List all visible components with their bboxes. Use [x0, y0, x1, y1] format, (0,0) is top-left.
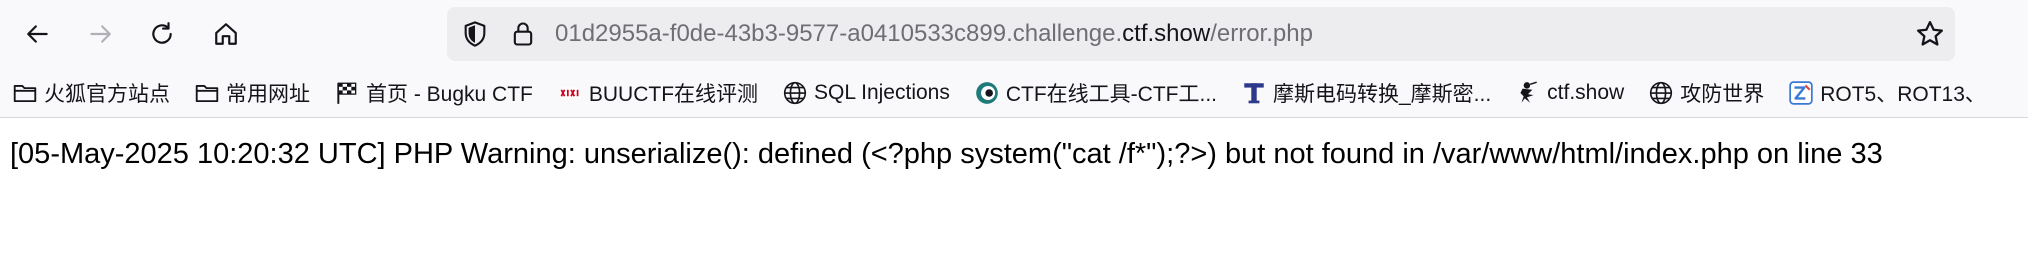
bookmark-buuctf[interactable]: BUUCTF在线评测 — [557, 73, 758, 113]
page-content: [05-May-2025 10:20:32 UTC] PHP Warning: … — [0, 118, 2028, 267]
folder-icon — [194, 80, 220, 106]
bookmark-label: 攻防世界 — [1680, 82, 1765, 106]
reload-button[interactable] — [142, 14, 182, 54]
ninja-icon — [1515, 80, 1541, 106]
bookmark-label: 常用网址 — [226, 82, 310, 106]
reload-icon — [152, 22, 172, 44]
rot-icon — [1788, 80, 1814, 106]
home-button[interactable] — [206, 14, 246, 54]
buuctf-icon — [557, 80, 583, 106]
bookmark-label: 摩斯电码转换_摩斯密... — [1272, 82, 1492, 106]
bookmark-morse[interactable]: 摩斯电码转换_摩斯密... — [1241, 73, 1491, 113]
bookmark-firefox-official[interactable]: 火狐官方站点 — [12, 73, 170, 113]
bookmark-ctf-tools[interactable]: CTF在线工具-CTF工... — [974, 73, 1217, 113]
flag-icon — [334, 80, 360, 106]
bookmark-label: 首页 - Bugku CTF — [366, 82, 533, 106]
bookmark-rot[interactable]: ROT5、ROT13、 — [1788, 73, 1986, 113]
browser-window: 01d2955a-f0de-43b3-9577-a0410533c899.cha… — [0, 0, 2028, 267]
home-icon — [215, 23, 237, 45]
globe-icon — [782, 80, 808, 106]
bookmark-sql-injections[interactable]: SQL Injections — [782, 73, 950, 113]
bookmark-adworld[interactable]: 攻防世界 — [1648, 73, 1764, 113]
back-button[interactable] — [18, 14, 58, 54]
bookmark-label: ctf.show — [1547, 80, 1625, 104]
folder-icon — [12, 80, 38, 106]
bookmark-label: 火狐官方站点 — [44, 82, 170, 106]
bookmarks-toolbar: 火狐官方站点 常用网址 首页 - Bugku CTF BUUCTF在线评测 SQ… — [0, 68, 2028, 118]
bookmark-bugku[interactable]: 首页 - Bugku CTF — [334, 73, 533, 113]
arrow-right-icon — [90, 25, 111, 43]
url-domain: ctf.show — [1122, 20, 1211, 47]
star-icon[interactable] — [1915, 19, 1945, 49]
globe-icon — [1648, 80, 1674, 106]
url-prefix: 01d2955a-f0de-43b3-9577-a0410533c899.cha… — [555, 20, 1123, 47]
bookmark-label: BUUCTF在线评测 — [588, 82, 759, 106]
lock-icon[interactable] — [509, 20, 537, 48]
address-bar[interactable]: 01d2955a-f0de-43b3-9577-a0410533c899.cha… — [447, 7, 1955, 61]
bookmark-label: CTF在线工具-CTF工... — [1005, 82, 1217, 106]
navigation-toolbar: 01d2955a-f0de-43b3-9577-a0410533c899.cha… — [0, 0, 2028, 68]
ctf-tools-icon — [974, 80, 1000, 106]
bookmark-label: ROT5、ROT13、 — [1820, 82, 1986, 106]
bookmark-common-sites[interactable]: 常用网址 — [194, 73, 310, 113]
shield-icon[interactable] — [461, 20, 489, 48]
url-path: /error.php — [1210, 20, 1313, 47]
url-text[interactable]: 01d2955a-f0de-43b3-9577-a0410533c899.cha… — [555, 7, 1313, 61]
morse-t-icon — [1241, 80, 1267, 106]
bookmark-label: SQL Injections — [814, 80, 950, 104]
forward-button[interactable] — [80, 14, 120, 54]
arrow-left-icon — [27, 25, 48, 43]
bookmark-ctfshow[interactable]: ctf.show — [1515, 73, 1624, 113]
php-warning-text: [05-May-2025 10:20:32 UTC] PHP Warning: … — [10, 138, 1883, 170]
